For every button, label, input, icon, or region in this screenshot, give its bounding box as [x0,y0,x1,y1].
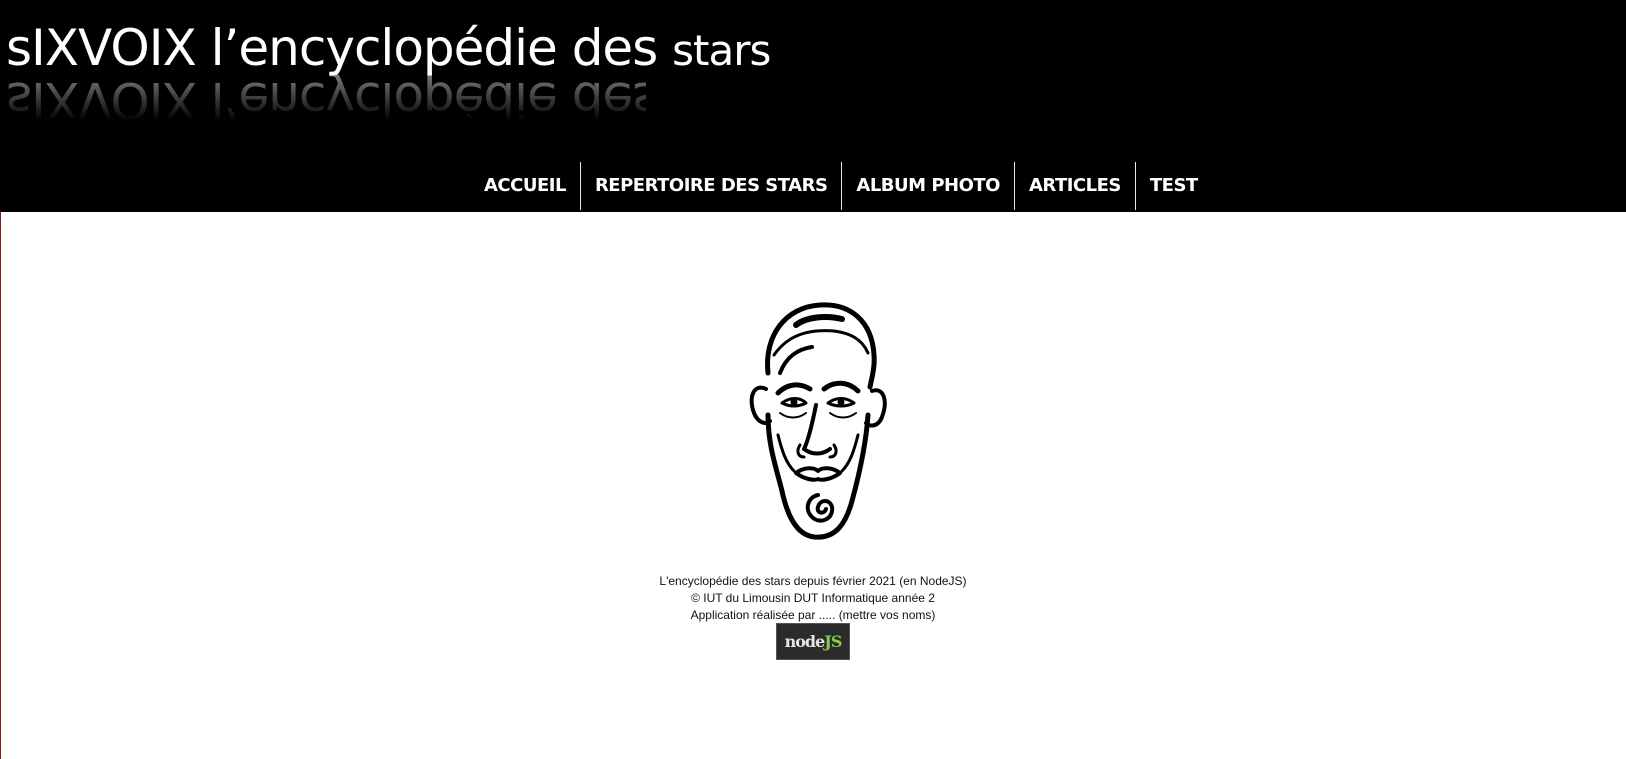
nodejs-badge[interactable]: nodeJS [776,623,850,660]
footer-line-3: Application réalisée par ..... (mettre v… [690,608,936,622]
logo-title: sIXVOIX l’encyclopédie des [6,19,658,77]
main-nav: ACCUEIL REPERTOIRE DES STARS ALBUM PHOTO… [470,161,1212,211]
logo-reflection-stars: stars [672,73,771,122]
footer-line-2: © IUT du Limousin DUT Informatique année… [691,591,935,605]
logo-reflection: sIXVOIX l’encyclopédie des stars [6,70,770,130]
caricature-face-icon [749,302,887,540]
nodejs-logo-icon: nodeJS [784,632,843,651]
nav-item-repertoire[interactable]: REPERTOIRE DES STARS [581,161,841,211]
nav-item-album-photo[interactable]: ALBUM PHOTO [842,161,1014,211]
footer-line-1: L'encyclopédie des stars depuis février … [659,574,967,588]
nav-item-test[interactable]: TEST [1136,161,1212,211]
site-header: sIXVOIX l’encyclopédie des stars sIXVOIX… [0,0,1626,212]
logo-title-stars: stars [672,26,771,75]
site-logo[interactable]: sIXVOIX l’encyclopédie des stars sIXVOIX… [6,18,771,148]
nav-item-articles[interactable]: ARTICLES [1015,161,1135,211]
logo-text: sIXVOIX l’encyclopédie des stars [6,18,771,78]
logo-reflection-title: sIXVOIX l’encyclopédie des [6,71,658,129]
nav-item-accueil[interactable]: ACCUEIL [470,161,580,211]
nodejs-logo-node: node [784,632,826,651]
nodejs-logo-js: JS [824,632,842,651]
